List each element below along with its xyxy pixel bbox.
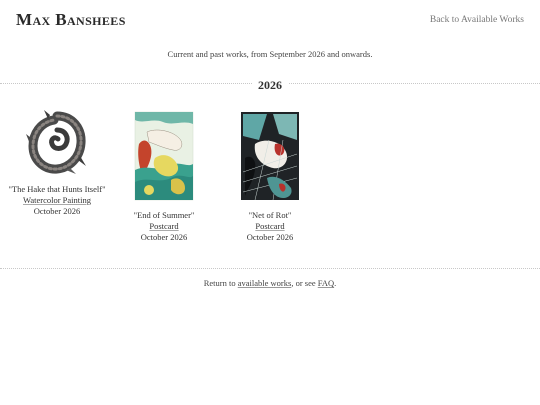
artwork-thumbnail-end-of-summer[interactable] (133, 110, 195, 202)
footer-prefix: Return to (203, 278, 238, 288)
footer-middle: , or see (291, 278, 318, 288)
work-medium[interactable]: Postcard (104, 221, 224, 232)
work-title[interactable]: "Net of Rot" (210, 210, 330, 221)
year-heading-wrap: 2026 (0, 76, 540, 94)
footer-suffix: . (334, 278, 337, 288)
site-title[interactable]: Max Banshees (16, 10, 126, 30)
work-medium[interactable]: Watercolor Painting (0, 195, 117, 206)
work-title[interactable]: "The Hake that Hunts Itself" (0, 184, 117, 195)
work-card-net-of-rot[interactable]: "Net of Rot" Postcard October 2026 (210, 110, 330, 243)
work-date: October 2026 (246, 232, 294, 242)
work-card-hake[interactable]: "The Hake that Hunts Itself" Watercolor … (0, 110, 117, 217)
work-medium[interactable]: Postcard (210, 221, 330, 232)
intro-text: Current and past works, from September 2… (167, 49, 373, 59)
artwork-thumbnail-net-of-rot[interactable] (239, 110, 301, 202)
site-header: Max Banshees Back to Available Works (0, 0, 540, 40)
work-title[interactable]: "End of Summer" (104, 210, 224, 221)
back-to-available-works-link[interactable]: Back to Available Works (430, 15, 524, 25)
footer-text: Return to available works, or see FAQ. (0, 278, 540, 288)
footer-divider (0, 268, 540, 269)
year-heading: 2026 (252, 78, 288, 93)
work-date: October 2026 (140, 232, 188, 242)
work-card-end-of-summer[interactable]: "End of Summer" Postcard October 2026 (104, 110, 224, 243)
available-works-link[interactable]: available works (238, 278, 292, 288)
work-date: October 2026 (33, 206, 81, 216)
artwork-thumbnail-hake[interactable] (26, 110, 88, 176)
faq-link[interactable]: FAQ (318, 278, 334, 288)
